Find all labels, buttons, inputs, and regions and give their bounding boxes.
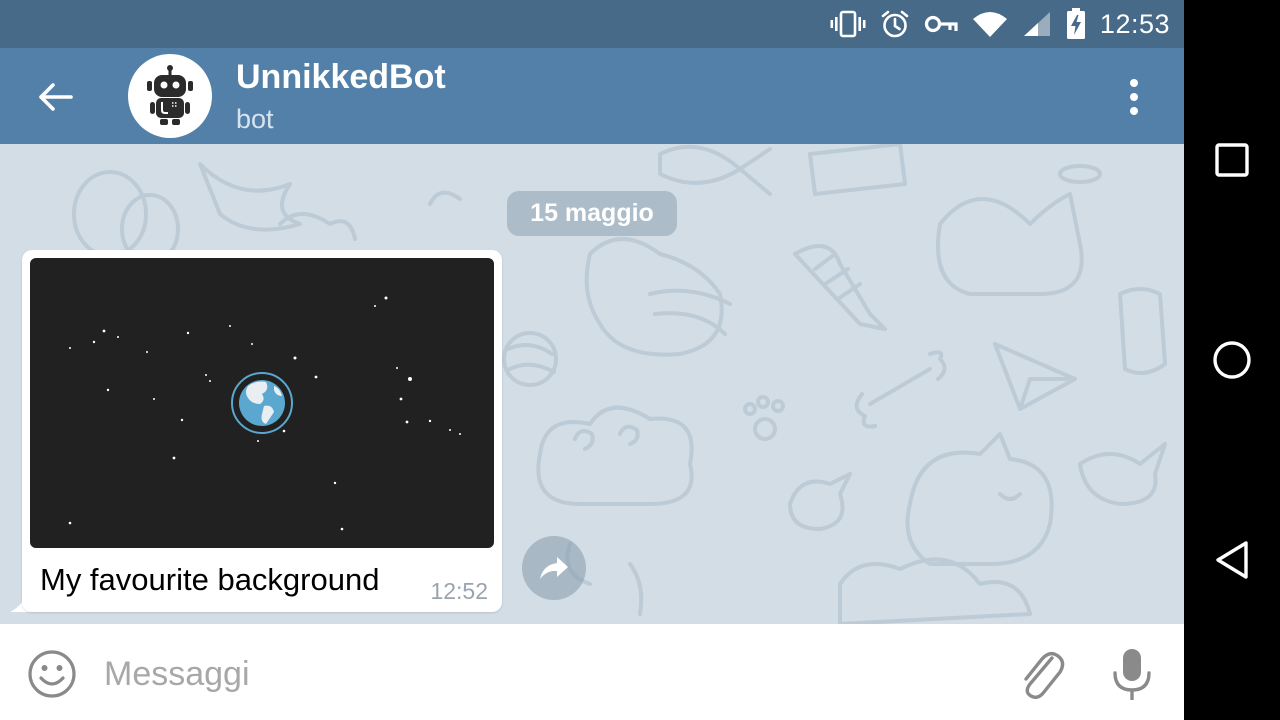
status-icons: 12:53 — [830, 0, 1170, 48]
message-time: 12:52 — [430, 578, 488, 604]
message-caption: My favourite background — [40, 562, 380, 597]
triangle-back-icon — [1216, 541, 1248, 579]
message-composer — [0, 624, 1184, 720]
message-bubble[interactable]: My favourite background 12:52 — [22, 250, 502, 612]
wifi-icon — [972, 10, 1008, 38]
earth-in-space-illustration — [68, 296, 461, 531]
back-arrow-icon — [39, 83, 73, 111]
share-arrow-icon — [540, 557, 568, 579]
forward-button[interactable] — [522, 536, 586, 600]
telegram-screen: 12:53 UnnikkedBot bot 15 maggio My favou… — [0, 0, 1184, 720]
signal-icon — [1022, 10, 1052, 38]
chat-area[interactable]: 15 maggio My favourite background 12:52 — [0, 144, 1184, 624]
chat-subtitle: bot — [236, 104, 274, 134]
vpn-key-icon — [924, 12, 958, 36]
back-arrow-button[interactable] — [28, 70, 82, 124]
recents-button[interactable] — [1204, 132, 1260, 188]
attach-icon[interactable] — [1014, 644, 1066, 700]
more-options-button[interactable] — [1114, 74, 1154, 120]
battery-charging-icon — [1066, 8, 1086, 40]
space-earth-image[interactable] — [30, 258, 494, 548]
back-button[interactable] — [1204, 532, 1260, 588]
chat-header: UnnikkedBot bot — [0, 48, 1184, 144]
avatar[interactable] — [128, 54, 212, 138]
circle-icon — [1213, 341, 1251, 379]
status-bar: 12:53 — [0, 0, 1184, 48]
more-vert-icon — [1130, 79, 1138, 87]
microphone-icon[interactable] — [1110, 646, 1154, 702]
emoji-icon[interactable] — [26, 648, 78, 700]
vibrate-icon — [830, 9, 866, 39]
robot-icon — [147, 65, 193, 125]
home-button[interactable] — [1204, 332, 1260, 388]
chat-title[interactable]: UnnikkedBot — [236, 58, 446, 97]
status-time: 12:53 — [1099, 8, 1170, 39]
system-navigation-bar — [1184, 0, 1280, 720]
date-separator: 15 maggio — [507, 191, 677, 236]
alarm-icon — [880, 9, 910, 39]
square-icon — [1215, 143, 1249, 177]
message-input[interactable] — [104, 648, 984, 700]
